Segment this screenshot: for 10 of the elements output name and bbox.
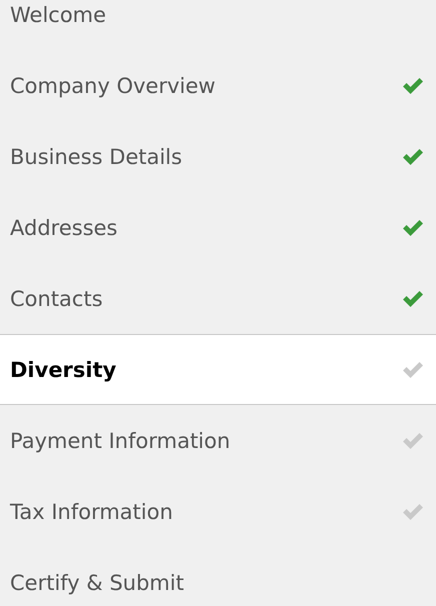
step-label: Contacts <box>10 286 103 310</box>
step-item[interactable]: Diversity <box>0 334 436 405</box>
step-label: Payment Information <box>10 428 230 452</box>
step-label: Addresses <box>10 216 118 240</box>
step-label: Company Overview <box>10 74 216 98</box>
step-label: Welcome <box>10 2 106 26</box>
step-label: Certify & Submit <box>10 570 184 594</box>
step-label: Business Details <box>10 144 182 168</box>
step-label: Diversity <box>10 358 116 382</box>
step-label: Tax Information <box>10 500 173 524</box>
